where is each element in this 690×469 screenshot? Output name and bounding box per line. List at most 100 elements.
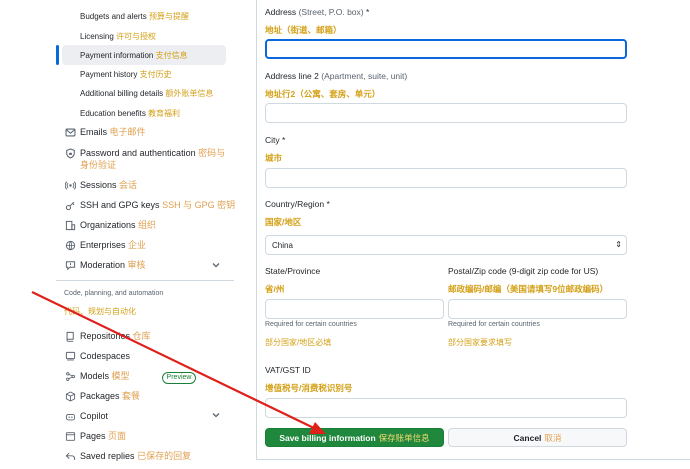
key-icon [64,199,76,211]
required-marker: * [282,135,286,145]
form-panel-border [256,0,257,460]
vat-label-text: VAT/GST ID [265,365,311,375]
sidebar-item-label-zh: 模型 [111,371,130,381]
models-icon [64,370,76,382]
settings-sidebar: Budgets and alerts 预算与提醒 Licensing 许可与授权… [0,0,240,469]
sidebar-item-sessions[interactable]: Sessions 会话 [64,179,137,191]
postal-input[interactable] [448,299,627,319]
sidebar-item-moderation[interactable]: Moderation 审核 [64,259,146,271]
cancel-button[interactable]: Cancel 取消 [448,428,627,447]
sidebar-item-enterprises[interactable]: Enterprises 企业 [64,239,146,251]
address2-input[interactable] [265,103,627,123]
address-input[interactable] [265,39,627,59]
sidebar-item-label-zh: 电子邮件 [109,127,146,137]
sidebar-subitem-education[interactable]: Education benefits 教育福利 [80,108,180,119]
sidebar-subitem-licensing[interactable]: Licensing 许可与授权 [80,31,156,42]
sidebar-subitem-label: Budgets and alerts [80,12,147,21]
address2-label-zh: 地址行2（公寓、套房、单元） [265,89,381,99]
sidebar-item-models[interactable]: Models 模型 Preview [64,370,197,384]
sidebar-item-copilot[interactable]: Copilot [64,410,108,422]
sidebar-item-emails[interactable]: Emails 电子邮件 [64,126,146,138]
sidebar-subitem-label-zh: 额外账单信息 [165,89,214,98]
sidebar-subitem-label: Licensing [80,32,114,41]
sidebar-item-codespaces[interactable]: Codespaces [64,350,130,362]
sidebar-item-password[interactable]: Password and authentication 密码与 身份验证 [64,147,225,171]
sidebar-item-ssh-gpg[interactable]: SSH and GPG keys SSH 与 GPG 密钥 [64,199,235,211]
country-label-zh: 国家/地区 [265,217,302,227]
mail-icon [64,126,76,138]
sidebar-item-packages[interactable]: Packages 套餐 [64,390,140,402]
required-marker: * [326,199,330,209]
cancel-button-label-zh: 取消 [544,432,562,443]
select-arrows-icon: ⇕ [615,240,622,249]
sidebar-item-label-zh: 仓库 [132,331,151,341]
sidebar-subitem-payment-history[interactable]: Payment history 支付历史 [80,69,172,80]
country-label: Country/Region * [265,199,330,209]
vat-input[interactable] [265,398,627,418]
save-billing-button[interactable]: Save billing information 保存账单信息 [265,428,444,447]
state-input[interactable] [265,299,444,319]
section-heading-code-zh: 代码、规划与自动化 [64,307,136,316]
city-input[interactable] [265,168,627,188]
chevron-down-icon[interactable] [211,260,221,270]
sidebar-divider [56,280,234,281]
country-label-text: Country/Region [265,199,325,209]
sidebar-item-label-zh: 会话 [119,180,138,190]
section-heading-code: Code, planning, and automation [64,290,164,297]
sidebar-item-label-zh: 套餐 [122,391,141,401]
chevron-down-icon[interactable] [211,410,221,420]
form-panel-bottom-border [256,459,690,460]
sidebar-item-label: SSH and GPG keys [80,200,160,210]
sidebar-subitem-budgets[interactable]: Budgets and alerts 预算与提醒 [80,11,189,22]
sidebar-subitem-additional-billing[interactable]: Additional billing details 额外账单信息 [80,88,213,99]
globe-icon [64,239,76,251]
city-label-text: City [265,135,280,145]
sidebar-item-label: Copilot [80,411,109,421]
sidebar-item-label-zh: 页面 [108,431,127,441]
package-icon [64,390,76,402]
report-icon [64,259,76,271]
sidebar-subitem-label: Payment history [80,70,138,79]
active-item-indicator [56,45,59,65]
country-select[interactable]: China ⇕ [265,235,627,255]
cancel-button-label: Cancel [513,432,542,443]
postal-label-hint: (9-digit zip code for US) [508,266,599,276]
save-button-label-zh: 保存账单信息 [378,432,430,443]
sidebar-item-saved-replies[interactable]: Saved replies 已保存的回复 [64,450,191,462]
sidebar-item-label: Password and authentication [80,148,196,158]
city-label-zh: 城市 [265,153,283,163]
sidebar-item-label-zh: 已保存的回复 [137,451,192,461]
sidebar-item-label: Emails [80,127,108,137]
sidebar-item-label: Sessions [80,180,117,190]
sidebar-subitem-label-zh: 许可与授权 [116,32,157,41]
address2-label-hint: (Apartment, suite, unit) [321,71,408,81]
sidebar-subitem-payment-information[interactable]: Payment information 支付信息 [80,50,188,61]
postal-help-text: Required for certain countries [448,321,540,328]
state-help-text: Required for certain countries [265,321,357,328]
sidebar-item-label: Models [80,371,110,381]
sidebar-item-label-zh: 审核 [127,260,146,270]
codespaces-icon [64,350,76,362]
save-button-label: Save billing information [279,432,376,443]
sidebar-subitem-label-zh: 支付历史 [139,70,172,79]
broadcast-icon [64,179,76,191]
shield-lock-icon [64,147,76,159]
sidebar-item-repositories[interactable]: Repositories 仓库 [64,330,151,342]
postal-label-zh: 邮政编码/邮编（美国请填写9位邮政编码） [448,284,609,294]
sidebar-item-label: Moderation [80,260,126,270]
sidebar-subitem-label-zh: 支付信息 [155,51,188,60]
reply-icon [64,450,76,462]
sidebar-item-organizations[interactable]: Organizations 组织 [64,219,156,231]
postal-label-text: Postal/Zip code [448,266,507,276]
sidebar-item-label: Pages [80,431,106,441]
sidebar-item-label-zh-line2: 身份验证 [80,160,117,170]
sidebar-item-label: Repositories [80,331,131,341]
address-label-zh: 地址（街道、邮箱） [265,25,342,35]
sidebar-item-label: Enterprises [80,240,126,250]
state-label-zh: 省/州 [265,284,285,294]
sidebar-item-pages[interactable]: Pages 页面 [64,430,126,442]
vat-label-zh: 增值税号/消费税识别号 [265,383,353,393]
state-label-text: State/Province [265,266,321,276]
sidebar-subitem-label-zh: 教育福利 [148,109,181,118]
sidebar-item-label-zh: SSH 与 GPG 密钥 [162,200,236,210]
